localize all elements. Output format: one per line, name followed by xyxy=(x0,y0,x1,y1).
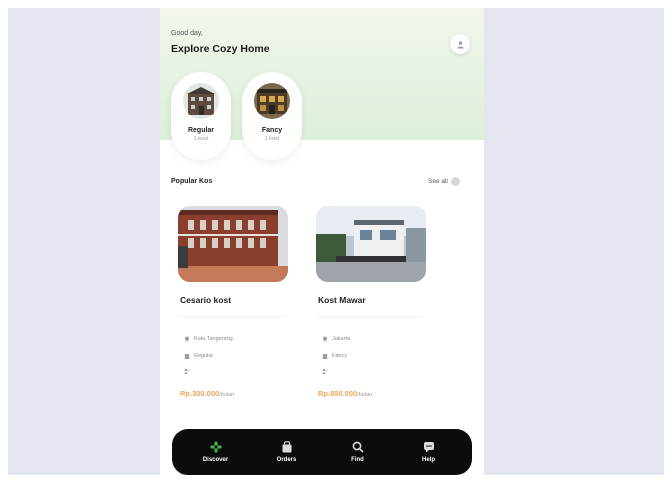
user-icon xyxy=(456,40,464,49)
people-icon xyxy=(184,368,190,374)
price-value: Rp.300.000 xyxy=(180,389,220,398)
search-icon xyxy=(352,441,364,453)
nav-orders[interactable]: Orders xyxy=(259,441,315,463)
listing-card-cesario[interactable]: Cesario kost Kota Tangerang Regular Rp.3… xyxy=(172,198,294,420)
greeting-text: Good day, xyxy=(171,30,203,37)
category-count: 1 kost xyxy=(264,136,280,142)
nav-discover[interactable]: Discover xyxy=(188,441,244,463)
nav-find[interactable]: Find xyxy=(330,441,386,463)
bottom-navigation: Discover Orders Find Help xyxy=(172,429,472,475)
people-icon xyxy=(322,368,328,374)
divider xyxy=(318,316,422,317)
nav-label: Orders xyxy=(276,457,297,463)
listing-location: Jakarta xyxy=(322,336,350,342)
category-card-regular[interactable]: Regular 1 kost xyxy=(171,72,231,160)
listing-category: Regular xyxy=(184,353,213,359)
location-text: Jakarta xyxy=(332,336,351,342)
listing-price: Rp.300.000/bulan xyxy=(180,389,234,398)
nav-label: Discover xyxy=(202,457,229,463)
nav-label: Help xyxy=(421,457,435,463)
listing-location: Kota Tangerang xyxy=(184,336,233,342)
listing-image xyxy=(316,206,426,282)
category-name: Regular xyxy=(187,127,215,134)
listing-gender xyxy=(184,368,190,374)
compass-icon xyxy=(210,441,221,453)
building-icon xyxy=(184,354,190,359)
location-pin-icon xyxy=(185,336,189,342)
listing-price: Rp.850.000/bulan xyxy=(318,389,372,398)
location-pin-icon xyxy=(323,336,327,342)
listing-name: Kost Mawar xyxy=(318,295,366,305)
app-canvas: Good day, Explore Cozy Home Regular 1 ko… xyxy=(8,8,664,475)
category-count: 1 kost xyxy=(193,136,209,142)
category-text: Regular xyxy=(194,353,214,359)
nav-label: Find xyxy=(351,457,364,463)
profile-button[interactable] xyxy=(450,34,470,54)
location-text: Kota Tangerang xyxy=(194,336,233,342)
category-image-fancy xyxy=(254,83,290,119)
category-card-fancy[interactable]: Fancy 1 kost xyxy=(242,72,302,160)
divider xyxy=(180,316,284,317)
listing-category: Fancy xyxy=(322,353,347,359)
see-all-label: See all xyxy=(428,178,448,185)
arrow-right-icon xyxy=(450,177,460,186)
section-title: Popular Kos xyxy=(171,178,213,185)
see-all-link[interactable]: See all xyxy=(428,177,460,186)
listing-card-mawar[interactable]: Kost Mawar Jakarta Fancy Rp.850.000/bula… xyxy=(310,198,432,420)
price-period: /bulan xyxy=(219,392,235,398)
building-icon xyxy=(322,354,328,359)
category-name: Fancy xyxy=(261,127,283,134)
chat-icon xyxy=(423,442,434,453)
price-period: /bulan xyxy=(357,392,373,398)
bag-icon xyxy=(282,441,291,453)
phone-screen: Good day, Explore Cozy Home Regular 1 ko… xyxy=(160,8,484,475)
listing-name: Cesario kost xyxy=(180,295,232,305)
page-title: Explore Cozy Home xyxy=(171,43,270,55)
category-text: Fancy xyxy=(332,353,347,359)
price-value: Rp.850.000 xyxy=(318,389,358,398)
listing-gender xyxy=(322,368,328,374)
category-image-regular xyxy=(183,83,219,119)
listing-image xyxy=(178,206,288,282)
nav-help[interactable]: Help xyxy=(401,441,457,463)
